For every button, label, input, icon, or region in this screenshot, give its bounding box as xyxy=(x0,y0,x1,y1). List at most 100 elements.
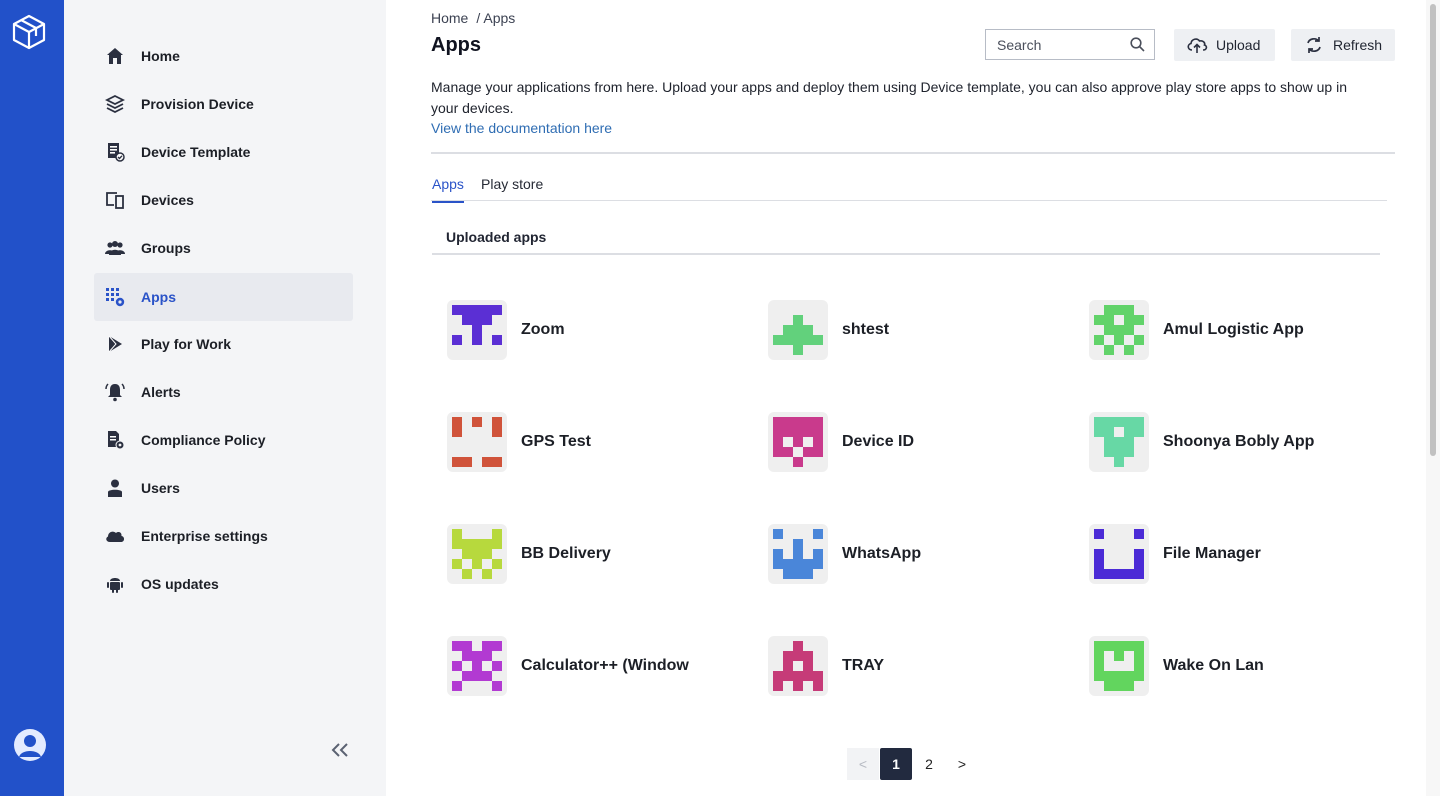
device-id-app-icon xyxy=(768,412,828,472)
sidebar-item-label: Play for Work xyxy=(141,336,231,352)
tab-bar: Apps Play store xyxy=(431,174,1387,203)
app-name: File Manager xyxy=(1163,545,1261,562)
sidebar-item-devices[interactable]: Devices xyxy=(94,176,353,224)
sidebar-item-play-for-work[interactable]: Play for Work xyxy=(94,320,353,368)
sidebar-item-label: Users xyxy=(141,480,180,496)
sidebar-item-groups[interactable]: Groups xyxy=(94,224,353,272)
sidebar-item-label: Enterprise settings xyxy=(141,528,268,544)
sidebar-item-label: Groups xyxy=(141,240,191,256)
stack-icon xyxy=(104,93,126,115)
app-card-bb-delivery[interactable]: BB Delivery xyxy=(447,524,747,584)
breadcrumb: Home / Apps xyxy=(431,10,523,26)
sidebar: Home Provision Device Device Template De… xyxy=(64,0,386,796)
upload-button-label: Upload xyxy=(1216,37,1261,53)
sidebar-item-alerts[interactable]: Alerts xyxy=(94,368,353,416)
app-card-gps-test[interactable]: GPS Test xyxy=(447,412,747,472)
tab-play-store[interactable]: Play store xyxy=(481,176,543,192)
app-card-wake-on-lan[interactable]: Wake On Lan xyxy=(1089,636,1389,696)
app-name: BB Delivery xyxy=(521,545,611,562)
pagination-next-button[interactable]: > xyxy=(946,748,978,780)
app-card-amul-logistic-app[interactable]: Amul Logistic App xyxy=(1089,300,1389,360)
search-icon[interactable] xyxy=(1130,37,1145,52)
app-card-device-id[interactable]: Device ID xyxy=(768,412,1068,472)
sidebar-item-label: Device Template xyxy=(141,144,251,160)
sidebar-item-enterprise-settings[interactable]: Enterprise settings xyxy=(94,512,353,560)
sidebar-item-label: Alerts xyxy=(141,384,181,400)
android-icon xyxy=(104,573,126,595)
logo-icon[interactable] xyxy=(12,14,46,50)
cloud-upload-icon xyxy=(1186,34,1208,56)
user-icon xyxy=(104,477,126,499)
section-title: Uploaded apps xyxy=(446,229,547,245)
calculator-app-icon xyxy=(447,636,507,696)
sidebar-item-label: Apps xyxy=(141,289,176,305)
app-name: Shoonya Bobly App xyxy=(1163,433,1315,450)
app-card-shoonya-bobly-app[interactable]: Shoonya Bobly App xyxy=(1089,412,1389,472)
app-card-calculator[interactable]: Calculator++ (Window xyxy=(447,636,747,696)
devices-icon xyxy=(104,189,126,211)
breadcrumb-home-link[interactable]: Home xyxy=(431,10,468,26)
page-description: Manage your applications from here. Uplo… xyxy=(431,79,1347,116)
app-name: TRAY xyxy=(842,657,885,674)
app-name: Wake On Lan xyxy=(1163,657,1264,674)
play-icon xyxy=(104,333,126,355)
app-card-file-manager[interactable]: File Manager xyxy=(1089,524,1389,584)
documentation-link[interactable]: View the documentation here xyxy=(431,120,612,136)
sidebar-item-os-updates[interactable]: OS updates xyxy=(94,560,353,608)
sidebar-item-label: Compliance Policy xyxy=(141,432,266,448)
sidebar-item-home[interactable]: Home xyxy=(94,32,353,80)
app-name: Amul Logistic App xyxy=(1163,321,1304,338)
page-scrollbar[interactable] xyxy=(1426,0,1440,796)
user-avatar-icon[interactable] xyxy=(14,729,46,761)
pagination-prev-button[interactable]: < xyxy=(847,748,879,780)
breadcrumb-current: / Apps xyxy=(476,10,516,26)
sidebar-item-users[interactable]: Users xyxy=(94,464,353,512)
app-card-zoom[interactable]: Zoom xyxy=(447,300,747,360)
divider xyxy=(431,152,1395,154)
upload-button[interactable]: Upload xyxy=(1174,29,1275,61)
home-icon xyxy=(104,45,126,67)
sidebar-item-label: OS updates xyxy=(141,576,219,592)
sidebar-item-device-template[interactable]: Device Template xyxy=(94,128,353,176)
gps-test-app-icon xyxy=(447,412,507,472)
collapse-sidebar-icon[interactable] xyxy=(330,738,356,760)
file-manager-app-icon xyxy=(1089,524,1149,584)
shoonya-bobly-app-icon xyxy=(1089,412,1149,472)
sidebar-item-apps[interactable]: Apps xyxy=(94,273,353,321)
main-content: Home / Apps Apps Upload Refresh Manage yo… xyxy=(386,0,1426,796)
sidebar-item-label: Home xyxy=(141,48,180,64)
bell-icon xyxy=(104,381,126,403)
app-name: Calculator++ (Window xyxy=(521,657,689,674)
template-icon xyxy=(104,141,126,163)
sidebar-item-compliance-policy[interactable]: Compliance Policy xyxy=(94,416,353,464)
tray-app-icon xyxy=(768,636,828,696)
refresh-button[interactable]: Refresh xyxy=(1291,29,1395,61)
scrollbar-thumb[interactable] xyxy=(1430,4,1436,456)
app-card-shtest[interactable]: shtest xyxy=(768,300,1068,360)
wake-on-lan-app-icon xyxy=(1089,636,1149,696)
page-title: Apps xyxy=(431,34,481,56)
app-name: WhatsApp xyxy=(842,545,922,562)
policy-icon xyxy=(104,429,126,451)
divider xyxy=(432,253,1380,255)
sidebar-item-provision-device[interactable]: Provision Device xyxy=(94,80,353,128)
sidebar-item-label: Devices xyxy=(141,192,194,208)
shtest-app-icon xyxy=(768,300,828,360)
app-name: shtest xyxy=(842,321,890,338)
app-card-whatsapp[interactable]: WhatsApp xyxy=(768,524,1068,584)
tab-apps[interactable]: Apps xyxy=(432,176,464,203)
amul-logistic-app-icon xyxy=(1089,300,1149,360)
app-name: GPS Test xyxy=(521,433,591,450)
bb-delivery-app-icon xyxy=(447,524,507,584)
zoom-app-icon xyxy=(447,300,507,360)
app-name: Device ID xyxy=(842,433,915,450)
app-rail xyxy=(0,0,64,796)
refresh-button-label: Refresh xyxy=(1333,37,1383,53)
pagination-page-1[interactable]: 1 xyxy=(880,748,912,780)
groups-icon xyxy=(104,237,126,259)
refresh-icon xyxy=(1303,34,1325,56)
search-input[interactable] xyxy=(986,30,1116,59)
app-name: Zoom xyxy=(521,321,565,338)
app-card-tray[interactable]: TRAY xyxy=(768,636,1068,696)
pagination-page-2[interactable]: 2 xyxy=(913,748,945,780)
